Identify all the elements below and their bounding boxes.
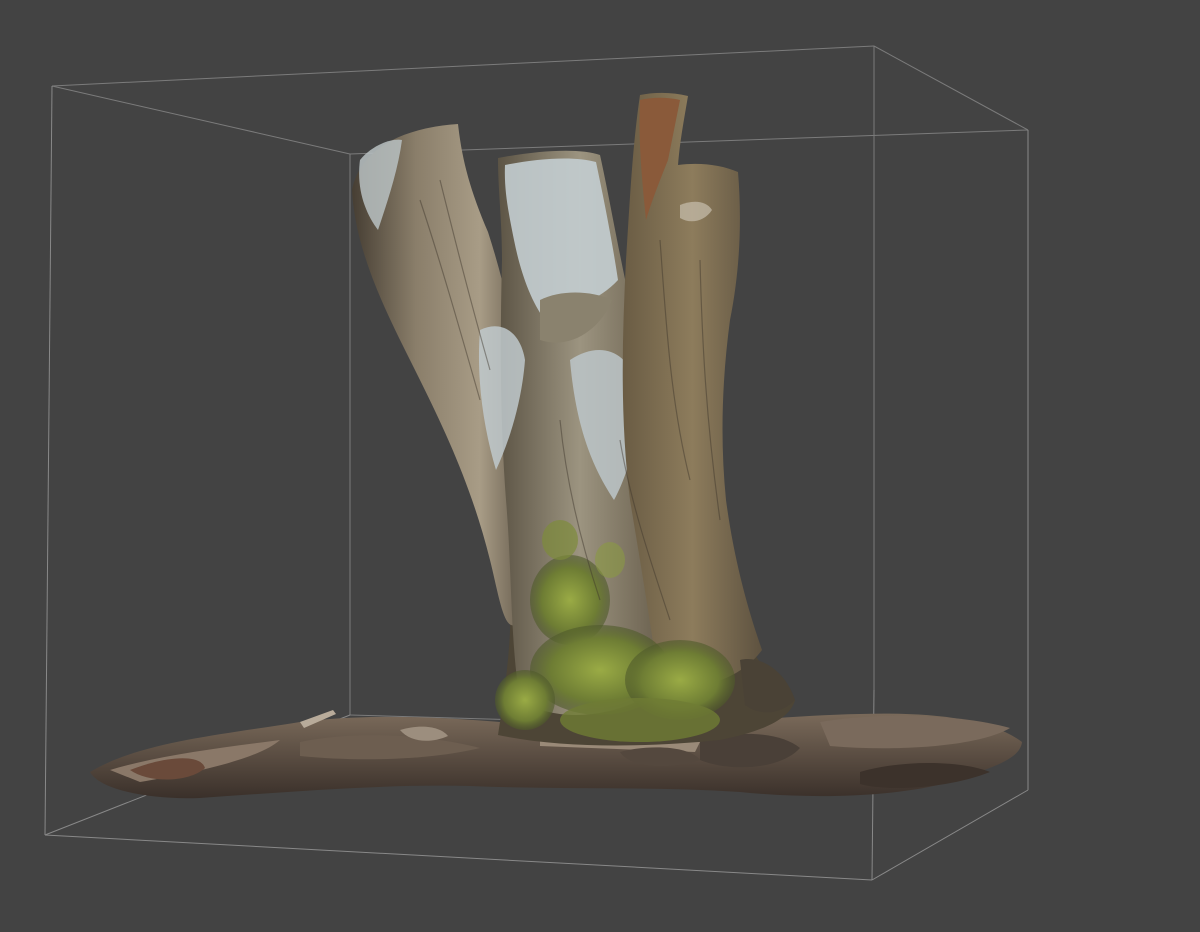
- 3d-viewport[interactable]: [0, 0, 1200, 932]
- scene-canvas[interactable]: [0, 0, 1200, 932]
